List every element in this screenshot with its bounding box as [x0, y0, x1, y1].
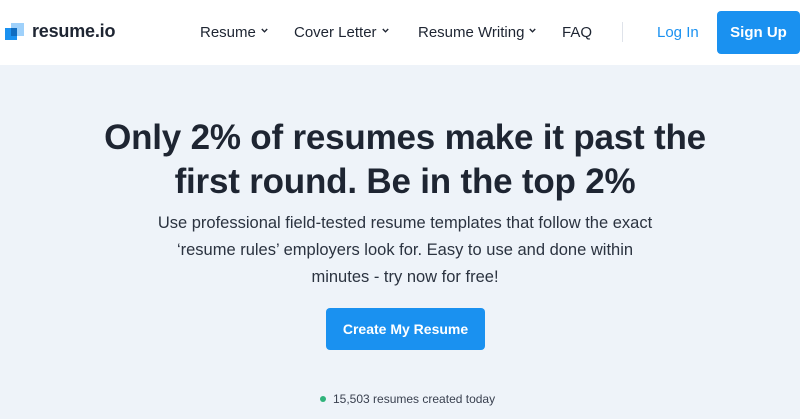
logo-icon [5, 22, 25, 42]
nav-item-resume-writing[interactable]: Resume Writing [418, 24, 537, 41]
counter-text: 15,503 resumes created today [333, 392, 496, 406]
login-link[interactable]: Log In [657, 24, 699, 41]
resume-counter: 15,503 resumes created today [320, 392, 495, 406]
brand-name: resume.io [32, 21, 116, 41]
chevron-down-icon [381, 27, 389, 34]
chevron-down-icon [261, 27, 268, 34]
status-dot-icon [320, 396, 326, 402]
nav-item-label: Resume Writing [418, 24, 525, 41]
hero-subtitle-line: ‘resume rules’ employers look for. Easy … [176, 241, 634, 259]
hero-subtitle: Use professional field-tested resume tem… [120, 210, 690, 291]
hero-subtitle-line: minutes - try now for free! [311, 268, 499, 286]
hero-title-line: Only 2% of resumes make it past the [104, 118, 706, 157]
nav-divider [622, 22, 623, 42]
nav-item-faq[interactable]: FAQ [562, 24, 592, 41]
nav-item-label: FAQ [562, 24, 593, 41]
chevron-down-icon [529, 27, 537, 34]
nav-item-label: Cover Letter [294, 24, 377, 41]
brand-logo[interactable]: resume.io [5, 21, 115, 42]
create-resume-button[interactable]: Create My Resume [326, 308, 485, 350]
hero-title-line: first round. Be in the top 2% [174, 162, 636, 201]
nav-item-label: Resume [200, 24, 256, 41]
hero-title: Only 2% of resumes make it past the firs… [60, 116, 750, 204]
top-header: resume.io Resume Cover Letter Resume Wri… [0, 0, 800, 65]
hero-subtitle-line: Use professional field-tested resume tem… [157, 214, 653, 232]
nav-item-resume[interactable]: Resume [200, 24, 268, 41]
nav-item-cover-letter[interactable]: Cover Letter [294, 24, 389, 41]
signup-button[interactable]: Sign Up [717, 11, 800, 54]
